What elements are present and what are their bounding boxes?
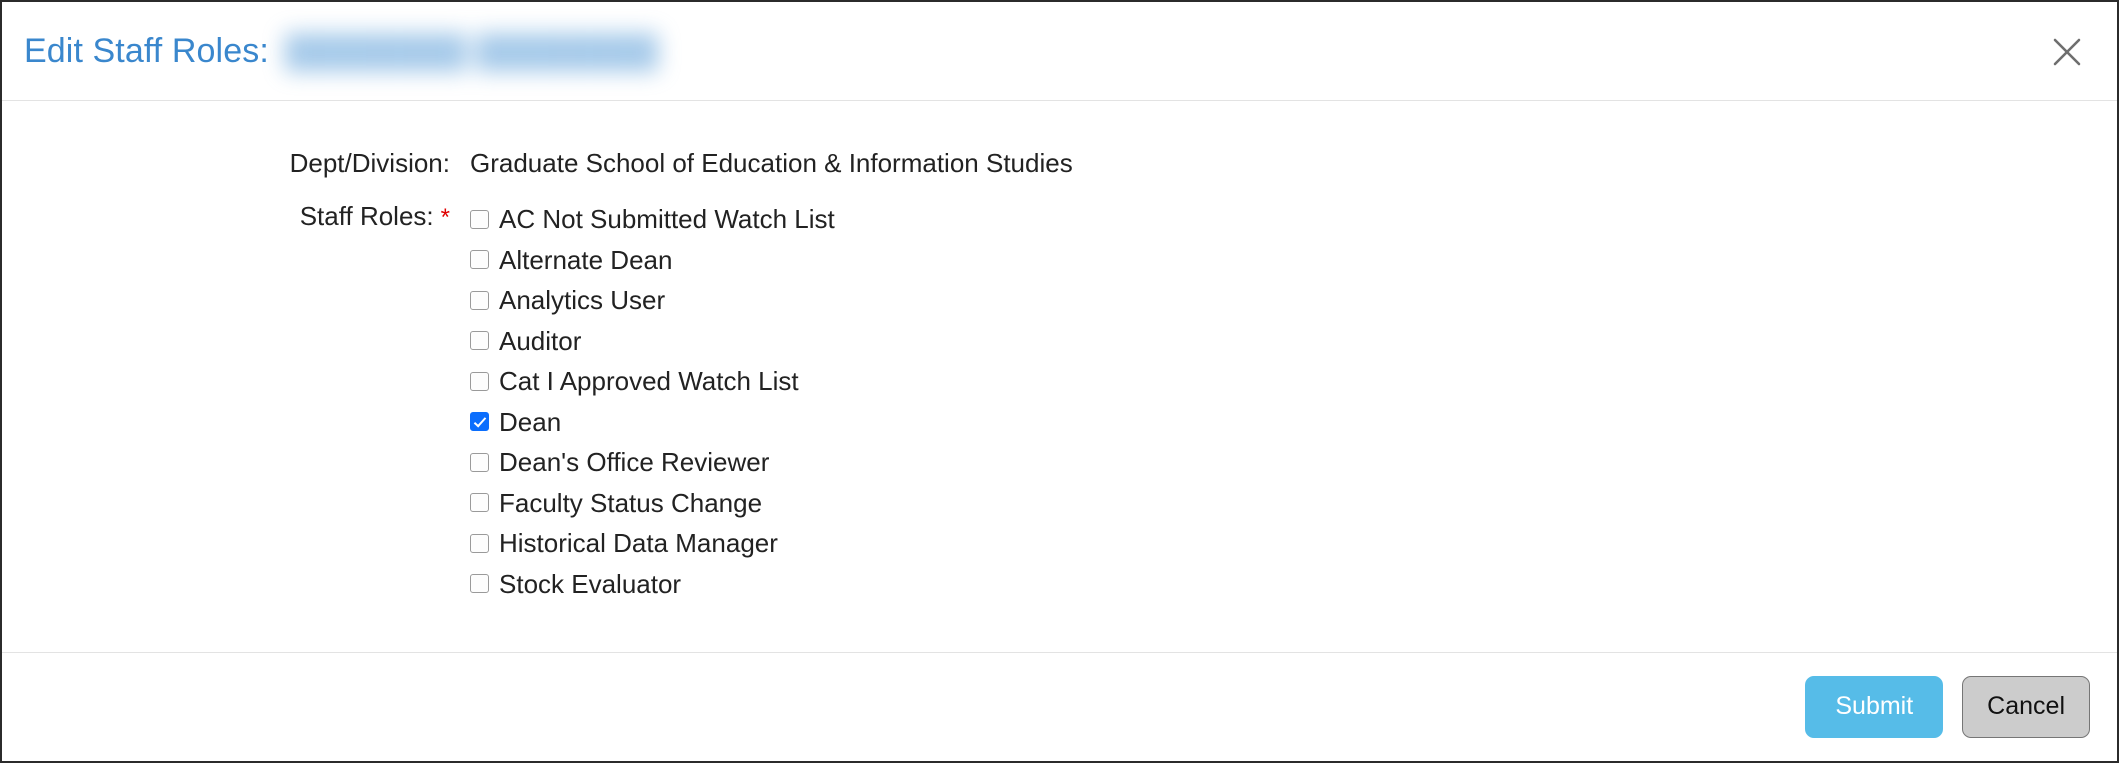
staff-role-option[interactable]: Analytics User — [470, 280, 835, 321]
staff-roles-label-text: Staff Roles: — [299, 201, 434, 231]
dept-division-label: Dept/Division: — [289, 148, 450, 178]
submit-button[interactable]: Submit — [1805, 676, 1944, 738]
dialog-title-prefix: Edit Staff Roles: — [24, 32, 269, 70]
staff-role-option[interactable]: Auditor — [470, 321, 835, 362]
staff-role-checkbox[interactable] — [470, 331, 489, 351]
staff-role-label: Alternate Dean — [499, 244, 673, 275]
staff-role-option[interactable]: Cat I Approved Watch List — [470, 361, 835, 402]
staff-role-option[interactable]: Dean — [470, 402, 835, 443]
dialog-body: Dept/Division: Graduate School of Educat… — [2, 101, 2117, 652]
dialog-header: Edit Staff Roles: ████████ ████████ — [2, 2, 2117, 101]
staff-role-checkbox[interactable] — [470, 574, 489, 594]
staff-role-label: Auditor — [499, 325, 582, 356]
dept-division-value: Graduate School of Education & Informati… — [470, 148, 1073, 178]
staff-role-checkbox[interactable] — [470, 452, 489, 472]
staff-role-option[interactable]: Faculty Status Change — [470, 483, 835, 524]
staff-role-option[interactable]: Historical Data Manager — [470, 523, 835, 564]
staff-role-option[interactable]: Stock Evaluator — [470, 564, 835, 605]
staff-role-option[interactable]: AC Not Submitted Watch List — [470, 199, 835, 240]
staff-role-label: Historical Data Manager — [499, 528, 778, 559]
close-icon — [2052, 37, 2082, 67]
staff-role-label: AC Not Submitted Watch List — [499, 204, 835, 235]
cancel-button[interactable]: Cancel — [1962, 676, 2090, 738]
staff-role-label: Faculty Status Change — [499, 487, 763, 518]
staff-role-checkbox[interactable] — [470, 290, 489, 310]
redacted-staff-name: ████████ ████████ — [284, 33, 659, 69]
required-asterisk: * — [440, 204, 450, 231]
page-title: Edit Staff Roles: ████████ ████████ — [24, 34, 658, 68]
staff-role-option[interactable]: Alternate Dean — [470, 240, 835, 281]
dept-division-row: Dept/Division: Graduate School of Educat… — [2, 146, 2117, 180]
dialog-footer: Submit Cancel — [2, 652, 2117, 761]
close-button[interactable] — [2045, 30, 2089, 74]
staff-roles-checkbox-group: AC Not Submitted Watch List Alternate Dea… — [470, 199, 835, 604]
staff-role-checkbox[interactable] — [470, 533, 489, 553]
staff-role-label: Analytics User — [499, 285, 666, 316]
staff-role-checkbox[interactable] — [470, 412, 489, 432]
staff-role-label: Stock Evaluator — [499, 568, 682, 599]
staff-role-option[interactable]: Dean's Office Reviewer — [470, 442, 835, 483]
staff-role-label: Dean's Office Reviewer — [499, 447, 770, 478]
staff-role-checkbox[interactable] — [470, 371, 489, 391]
staff-role-checkbox[interactable] — [470, 209, 489, 229]
staff-role-label: Cat I Approved Watch List — [499, 366, 799, 397]
edit-staff-roles-dialog: Edit Staff Roles: ████████ ████████ Dept… — [0, 0, 2119, 763]
staff-roles-row: Staff Roles: * AC Not Submitted Watch Lis… — [2, 199, 2117, 604]
staff-role-label: Dean — [499, 406, 562, 437]
staff-role-checkbox[interactable] — [470, 493, 489, 513]
staff-role-checkbox[interactable] — [470, 250, 489, 270]
staff-roles-label: Staff Roles: * — [2, 199, 450, 235]
